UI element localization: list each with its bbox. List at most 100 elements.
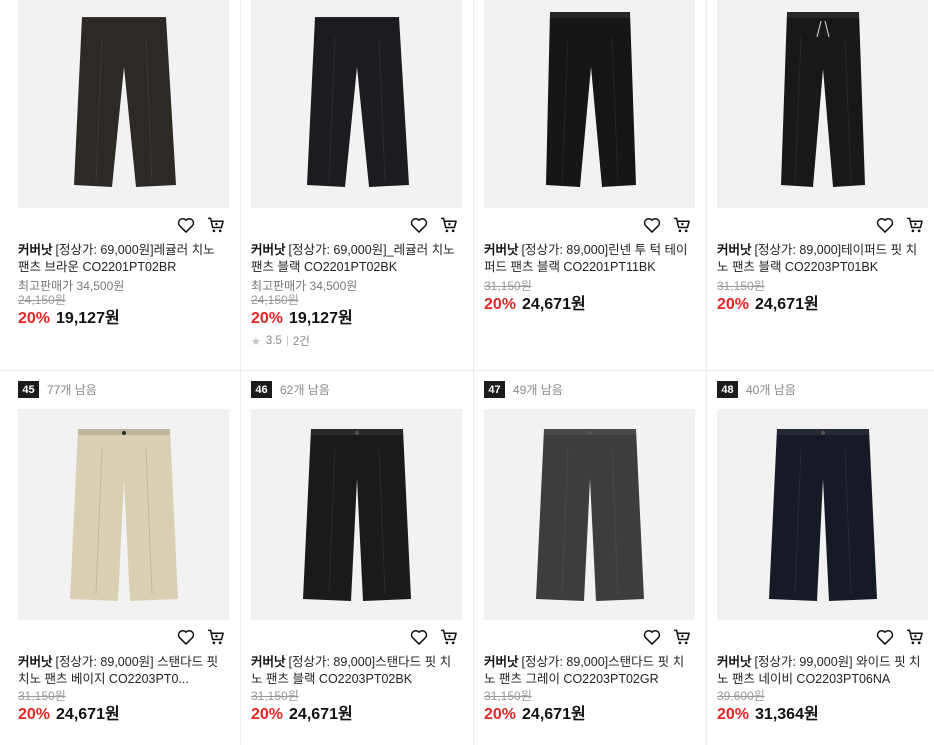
brand-name: 커버낫 [484,655,519,669]
rank-row: 47 49개 남음 [484,381,563,398]
price-value: 24,671원 [56,706,120,723]
brand-name: 커버낫 [717,243,752,257]
original-price: 24,150원 [251,293,299,307]
original-price: 39,600원 [717,689,765,703]
heart-icon[interactable] [409,627,429,647]
discount-rate: 20% [484,296,517,313]
discount-rate: 20% [251,706,284,723]
product-card[interactable]: 47 49개 남음커버낫 [정상가: 89,000]스탠다드 핏 치노 팬츠 그레이… [474,371,707,742]
card-actions [865,215,925,235]
card-actions [865,627,925,647]
rank-badge: 47 [484,381,505,398]
brand-name: 커버낫 [717,655,752,669]
discount-rate: 20% [18,706,51,723]
price-value: 19,127원 [56,310,120,327]
cart-icon[interactable] [672,627,692,647]
heart-icon[interactable] [176,215,196,235]
discount-rate: 20% [484,706,517,723]
rank-badge: 46 [251,381,272,398]
original-price: 31,150원 [484,689,532,703]
product-card[interactable]: 45 77개 남음커버낫 [정상가: 89,000원] 스탠다드 핏 치노 팬츠 베… [8,371,241,742]
cart-icon[interactable] [439,627,459,647]
sale-price: 20% 31,364원 [717,705,819,725]
discount-rate: 20% [251,310,284,327]
brand-name: 커버낫 [18,243,53,257]
heart-icon[interactable] [409,215,429,235]
cart-icon[interactable] [905,215,925,235]
product-image[interactable] [717,409,928,620]
product-image[interactable] [484,409,695,620]
heart-icon[interactable] [642,215,662,235]
price-value: 24,671원 [522,296,586,313]
brand-name: 커버낫 [484,243,519,257]
sale-price: 20% 24,671원 [484,705,586,725]
price-value: 24,671원 [755,296,819,313]
product-card[interactable]: 48 40개 남음커버낫 [정상가: 99,000원] 와이드 핏 치노 팬츠 네이… [707,371,934,742]
product-card[interactable]: 커버낫 [정상가: 89,000]린넨 투 턱 테이퍼드 팬츠 블랙 CO2201… [474,0,707,371]
product-image[interactable] [18,409,229,620]
product-title[interactable]: 커버낫 [정상가: 89,000]테이퍼드 핏 치노 팬츠 블랙 CO2203PT… [717,242,922,276]
sale-price: 20% 24,671원 [18,705,120,725]
product-title[interactable]: 커버낫 [정상가: 89,000원] 스탠다드 핏 치노 팬츠 베이지 CO220… [18,654,223,688]
product-title[interactable]: 커버낫 [정상가: 89,000]린넨 투 턱 테이퍼드 팬츠 블랙 CO2201… [484,242,689,276]
product-image[interactable] [251,409,462,620]
product-title[interactable]: 커버낫 [정상가: 69,000원]_레귤러 치노 팬츠 블랙 CO2201PT0… [251,242,456,276]
product-image[interactable] [484,0,695,208]
sale-price: 20% 19,127원 [251,309,353,329]
product-title[interactable]: 커버낫 [정상가: 89,000]스탠다드 핏 치노 팬츠 블랙 CO2203PT… [251,654,456,688]
stock-remaining: 77개 남음 [47,383,97,397]
brand-name: 커버낫 [251,243,286,257]
original-price: 31,150원 [251,689,299,703]
brand-name: 커버낫 [251,655,286,669]
price-value: 24,671원 [522,706,586,723]
product-card[interactable]: 46 62개 남음커버낫 [정상가: 89,000]스탠다드 핏 치노 팬츠 블랙 … [241,371,474,742]
price-value: 31,364원 [755,706,819,723]
discount-rate: 20% [717,296,750,313]
product-card[interactable]: 커버낫 [정상가: 69,000원]_레귤러 치노 팬츠 블랙 CO2201PT0… [241,0,474,371]
best-price: 최고판매가 34,500원 [18,279,125,293]
rating-divider [286,336,288,346]
product-image[interactable] [18,0,229,208]
cart-icon[interactable] [206,215,226,235]
review-count: 2건 [292,336,310,348]
discount-rate: 20% [717,706,750,723]
product-title[interactable]: 커버낫 [정상가: 99,000원] 와이드 핏 치노 팬츠 네이비 CO2203… [717,654,922,688]
best-price: 최고판매가 34,500원 [251,279,358,293]
card-actions [632,627,692,647]
original-price: 24,150원 [18,293,66,307]
rank-row: 48 40개 남음 [717,381,796,398]
card-actions [166,215,226,235]
heart-icon[interactable] [642,627,662,647]
product-title[interactable]: 커버낫 [정상가: 89,000]스탠다드 핏 치노 팬츠 그레이 CO2203P… [484,654,689,688]
sale-price: 20% 24,671원 [484,295,586,315]
rating-summary[interactable]: ★ 3.5 2건 [251,333,310,349]
price-value: 24,671원 [289,706,353,723]
price-value: 19,127원 [289,310,353,327]
sale-price: 20% 19,127원 [18,309,120,329]
heart-icon[interactable] [176,627,196,647]
card-actions [399,627,459,647]
star-icon: ★ [251,335,261,348]
card-actions [166,627,226,647]
heart-icon[interactable] [875,627,895,647]
rating-value: 3.5 [265,335,282,347]
product-card[interactable]: 커버낫 [정상가: 89,000]테이퍼드 핏 치노 팬츠 블랙 CO2203PT… [707,0,934,371]
cart-icon[interactable] [672,215,692,235]
heart-icon[interactable] [875,215,895,235]
cart-icon[interactable] [439,215,459,235]
discount-rate: 20% [18,310,51,327]
stock-remaining: 49개 남음 [513,383,563,397]
product-card[interactable]: 커버낫 [정상가: 69,000원]레귤러 치노 팬츠 브라운 CO2201PT0… [8,0,241,371]
card-actions [632,215,692,235]
product-title[interactable]: 커버낫 [정상가: 69,000원]레귤러 치노 팬츠 브라운 CO2201PT0… [18,242,223,276]
original-price: 31,150원 [18,689,66,703]
rank-badge: 45 [18,381,39,398]
card-actions [399,215,459,235]
cart-icon[interactable] [206,627,226,647]
sale-price: 20% 24,671원 [251,705,353,725]
original-price: 31,150원 [717,279,765,293]
product-image[interactable] [717,0,928,208]
rank-row: 46 62개 남음 [251,381,330,398]
product-image[interactable] [251,0,462,208]
cart-icon[interactable] [905,627,925,647]
